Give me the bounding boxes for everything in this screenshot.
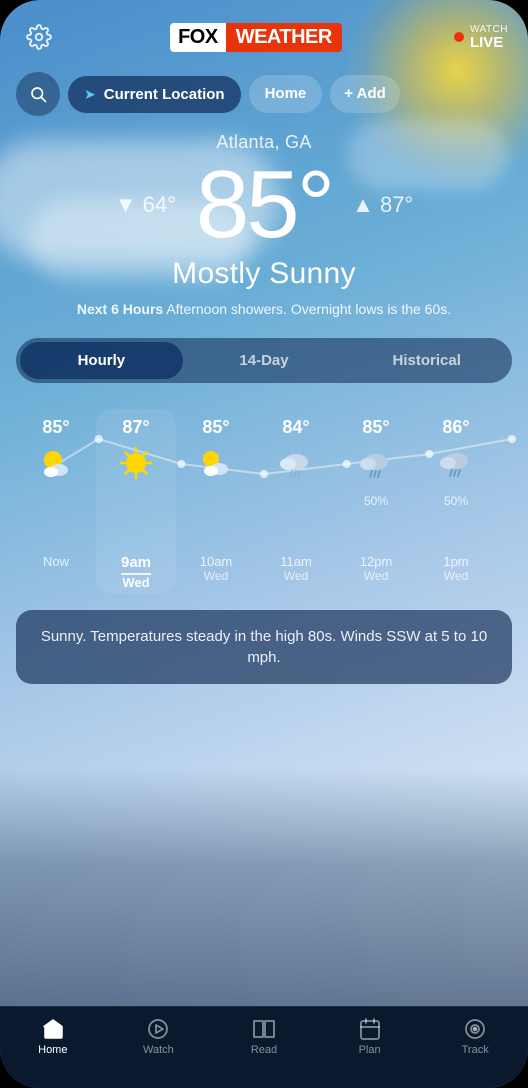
temperature-high: ▲ 87°	[352, 192, 413, 218]
city-name: Atlanta, GA	[20, 132, 508, 153]
nav-track[interactable]: Track	[422, 1017, 528, 1056]
nav-plan[interactable]: Plan	[317, 1017, 423, 1056]
read-icon	[252, 1017, 276, 1041]
home-location-button[interactable]: Home	[249, 75, 323, 113]
nav-plan-label: Plan	[359, 1044, 381, 1056]
tab-historical[interactable]: Historical	[345, 342, 508, 379]
nav-read[interactable]: Read	[211, 1017, 317, 1056]
current-location-label: Current Location	[104, 86, 225, 103]
weather-condition: Mostly Sunny	[20, 257, 508, 291]
hourly-item-2pm: 87° 50% 2pm Wed	[496, 409, 512, 594]
hourly-temp-10am: 85°	[202, 417, 229, 438]
watch-live-button[interactable]: WATCH LIVE	[454, 25, 508, 50]
tab-hourly[interactable]: Hourly	[20, 342, 183, 379]
summary-text: Sunny. Temperatures steady in the high 8…	[34, 626, 494, 668]
hourly-precip-12pm: 50%	[364, 494, 388, 508]
search-button[interactable]	[16, 72, 60, 116]
forecast-tabs: Hourly 14-Day Historical	[16, 338, 512, 383]
hourly-day-9am: Wed	[122, 575, 149, 590]
hourly-day-1pm: Wed	[444, 569, 468, 583]
hourly-item-11am: 84° 11am Wed	[256, 409, 336, 594]
track-icon	[463, 1017, 487, 1041]
hourly-item-9am: 87°	[96, 409, 176, 594]
hourly-item-12pm: 85° 50% 12pm Wed	[336, 409, 416, 594]
home-location-label: Home	[265, 85, 307, 102]
home-icon	[41, 1017, 65, 1041]
fox-weather-logo: FOX WEATHER	[170, 23, 342, 52]
forecast-detail: Afternoon showers. Overnight lows is the…	[163, 301, 451, 317]
live-label: LIVE	[470, 35, 508, 50]
hourly-time-now: Now	[43, 554, 69, 569]
add-location-button[interactable]: + Add	[330, 75, 400, 113]
hourly-time-1pm: 1pm	[443, 554, 468, 569]
hourly-icon-now	[37, 444, 75, 490]
temperature-main: 85°	[196, 157, 332, 253]
hourly-item-now: 85° Now	[16, 409, 96, 594]
location-arrow-icon: ➤	[84, 86, 96, 103]
temperature-low: ▼ 64°	[115, 192, 176, 218]
hourly-scroll[interactable]: 85° Now 87°	[16, 399, 512, 594]
hourly-temp-now: 85°	[42, 417, 69, 438]
forecast-bold: Next 6 Hours	[77, 301, 163, 317]
hourly-item-1pm: 86° 50% 1pm Wed	[416, 409, 496, 594]
temperature-row: ▼ 64° 85° ▲ 87°	[20, 157, 508, 253]
nav-home-label: Home	[38, 1044, 67, 1056]
hourly-time-12pm: 12pm	[360, 554, 393, 569]
hourly-temp-11am: 84°	[282, 417, 309, 438]
bottom-nav: Home Watch Read Plan	[0, 1006, 528, 1088]
hourly-icon-1pm	[437, 444, 475, 490]
weather-main: Atlanta, GA ▼ 64° 85° ▲ 87° Mostly Sunny…	[0, 122, 528, 324]
summary-bar: Sunny. Temperatures steady in the high 8…	[16, 610, 512, 684]
hourly-icon-9am	[117, 444, 155, 490]
hourly-day-10am: Wed	[204, 569, 228, 583]
header: FOX WEATHER WATCH LIVE	[0, 0, 528, 66]
logo-fox: FOX	[170, 23, 226, 52]
arrow-up-icon: ▲ 87°	[352, 192, 413, 218]
nav-watch[interactable]: Watch	[106, 1017, 212, 1056]
hourly-day-12pm: Wed	[364, 569, 388, 583]
hourly-precip-1pm: 50%	[444, 494, 468, 508]
hourly-icon-12pm	[357, 444, 395, 490]
watch-label: WATCH	[470, 25, 508, 35]
watch-icon	[146, 1017, 170, 1041]
logo-weather: WEATHER	[226, 23, 342, 52]
hourly-temp-1pm: 86°	[442, 417, 469, 438]
location-bar: ➤ Current Location Home + Add	[0, 66, 528, 122]
tab-14day[interactable]: 14-Day	[183, 342, 346, 379]
hourly-temp-12pm: 85°	[362, 417, 389, 438]
current-location-button[interactable]: ➤ Current Location	[68, 76, 241, 113]
hourly-icon-11am	[277, 444, 315, 490]
hourly-time-10am: 10am	[200, 554, 233, 569]
nav-watch-label: Watch	[143, 1044, 174, 1056]
hourly-time-11am: 11am	[280, 554, 312, 569]
settings-icon[interactable]	[20, 18, 58, 56]
hourly-day-11am: Wed	[284, 569, 308, 583]
hourly-item-10am: 85° 10am Wed	[176, 409, 256, 594]
nav-read-label: Read	[251, 1044, 277, 1056]
hourly-icon-10am	[197, 444, 235, 490]
add-location-label: + Add	[344, 85, 386, 102]
nav-home[interactable]: Home	[0, 1017, 106, 1056]
live-indicator	[454, 32, 464, 42]
hourly-section: 85° Now 87°	[0, 399, 528, 594]
hourly-temp-9am: 87°	[122, 417, 149, 438]
plan-icon	[358, 1017, 382, 1041]
arrow-down-icon: ▼ 64°	[115, 192, 176, 218]
nav-track-label: Track	[462, 1044, 489, 1056]
forecast-text: Next 6 Hours Afternoon showers. Overnigh…	[20, 299, 508, 320]
hourly-time-9am: 9am	[121, 554, 151, 575]
